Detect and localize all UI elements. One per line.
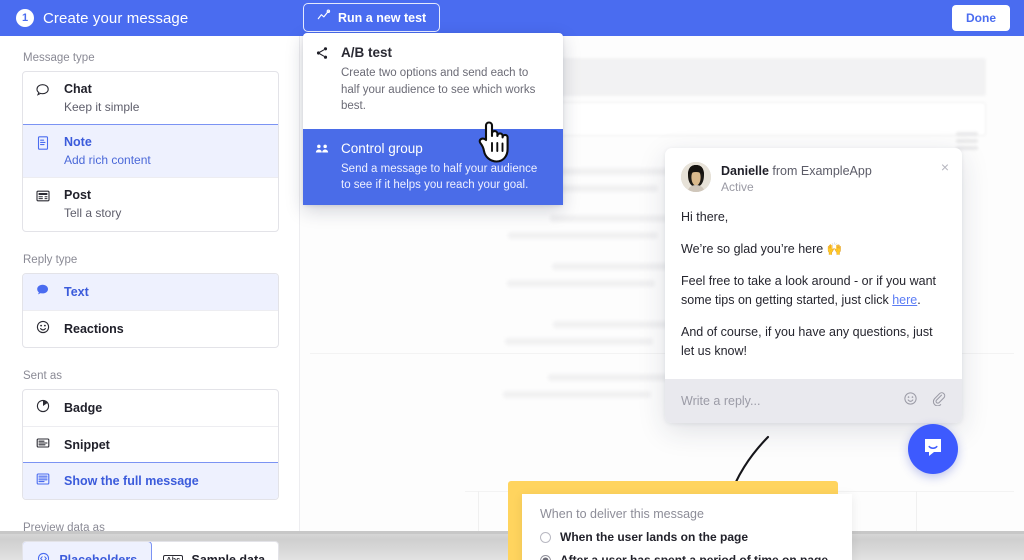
radio-option-lands-on-page[interactable]: When the user lands on the page [540,530,834,544]
radio-label: When the user lands on the page [560,530,749,544]
content-placeholder [503,391,651,398]
message-paragraph: Hi there, [681,210,729,225]
code-brackets-icon [36,551,51,560]
option-chat[interactable]: Chat Keep it simple [23,72,278,125]
menu-item-control-group[interactable]: Control group Send a message to half you… [303,128,563,206]
message-paragraph: And of course, if you have any questions… [681,325,933,359]
radio-label: After a user has spent a period of time … [560,553,829,560]
messenger-body: Hi there, We’re so glad you’re here 🙌 Fe… [665,198,962,379]
preview-data-segmented-control: Placeholders Abc Sample data [22,541,279,560]
option-text[interactable]: Text [23,274,278,312]
message-paragraph: We’re so glad you’re here 🙌 [681,242,843,257]
option-title: Text [64,284,89,299]
paperclip-icon[interactable] [931,391,946,411]
sent-as-group: Badge Snippet Show the full message [22,389,279,501]
message-paragraph-with-link: Feel free to take a look around - or if … [681,272,946,310]
people-icon [315,141,331,194]
section-label-message-type: Message type [23,52,95,64]
message-type-group: Chat Keep it simple Note Add rich conten… [22,71,279,233]
option-note[interactable]: Note Add rich content [23,123,278,179]
section-label-preview-data-as: Preview data as [23,522,105,535]
radio-icon-selected[interactable] [540,554,551,560]
reply-input-placeholder[interactable]: Write a reply... [681,394,903,408]
menu-item-title: A/B test [341,45,393,60]
badge-icon [35,397,53,419]
segment-label: Placeholders [59,553,137,560]
sender-name: Danielle [721,164,769,178]
smiley-icon [35,318,53,340]
settings-sidebar: Message type Chat Keep it simple Note Ad… [0,36,300,560]
delivery-settings-panel: When to deliver this message When the us… [522,494,852,560]
radio-option-time-on-page[interactable]: After a user has spent a period of time … [540,553,834,560]
menu-item-title: Control group [341,140,423,156]
messenger-launcher-icon [921,435,945,464]
sender-status: Active [721,180,754,195]
reply-type-group: Text Reactions [22,273,279,349]
messenger-header: Danielle from ExampleApp Active × [665,148,962,198]
messenger-launcher-button[interactable] [908,424,958,474]
test-type-dropdown-menu: A/B test Create two options and send eac… [303,33,563,206]
abc-icon: Abc [163,554,184,560]
page-title: Create your message [43,9,189,27]
option-snippet[interactable]: Snippet [23,426,278,463]
chat-bubble-icon [35,81,53,103]
option-subtitle: Add rich content [64,152,151,167]
paragraph-text-post: . [917,293,921,308]
run-a-new-test-label: Run a new test [338,10,427,25]
run-a-new-test-button[interactable]: Run a new test [303,3,441,32]
messenger-composer[interactable]: Write a reply... [665,379,962,424]
delivery-callout-highlight: When to deliver this message When the us… [508,481,852,560]
callout-title: When to deliver this message [540,507,704,521]
segment-sample-data[interactable]: Abc Sample data [151,542,279,560]
section-label-reply-type: Reply type [23,254,78,267]
option-title: Show the full message [64,473,199,488]
option-badge[interactable]: Badge [23,390,278,426]
sender-line: Danielle from ExampleApp [721,162,872,179]
sender-suffix: from ExampleApp [772,164,872,178]
segment-label: Sample data [191,553,265,560]
avatar [681,162,711,192]
menu-item-description: Create two options and send each to half… [341,66,536,113]
wizard-header: 1 Create your message Done [0,0,1024,36]
content-placeholder [505,338,653,345]
option-title: Chat [64,82,92,96]
option-show-full-message[interactable]: Show the full message [23,462,278,500]
snippet-icon [35,434,53,456]
step-number-badge: 1 [16,9,34,27]
content-placeholder [507,280,655,287]
option-subtitle: Keep it simple [64,99,140,114]
content-placeholder [508,232,658,239]
smiley-icon[interactable] [903,391,918,411]
segment-placeholders[interactable]: Placeholders [23,542,152,560]
menu-item-description: Send a message to half your audience to … [341,162,538,192]
option-title: Snippet [64,437,110,452]
option-subtitle: Tell a story [64,206,122,221]
chart-line-icon [317,9,331,26]
option-title: Note [64,134,92,149]
full-message-icon [35,470,53,492]
radio-icon[interactable] [540,531,551,543]
option-title: Post [64,188,92,203]
menu-item-ab-test[interactable]: A/B test Create two options and send eac… [303,33,563,129]
option-title: Badge [64,400,103,415]
option-reactions[interactable]: Reactions [23,310,278,347]
messenger-preview: Danielle from ExampleApp Active × Hi the… [665,148,962,424]
share-icon [315,45,331,115]
note-icon [35,134,53,156]
filled-bubble-icon [35,281,53,303]
option-title: Reactions [64,321,124,336]
app-root: Message type Chat Keep it simple Note Ad… [0,0,1024,560]
close-icon[interactable]: × [941,160,949,174]
post-icon [35,187,53,209]
here-link[interactable]: here [892,293,917,307]
section-label-sent-as: Sent as [23,370,62,383]
option-post[interactable]: Post Tell a story [23,177,278,231]
done-button[interactable]: Done [952,5,1010,31]
